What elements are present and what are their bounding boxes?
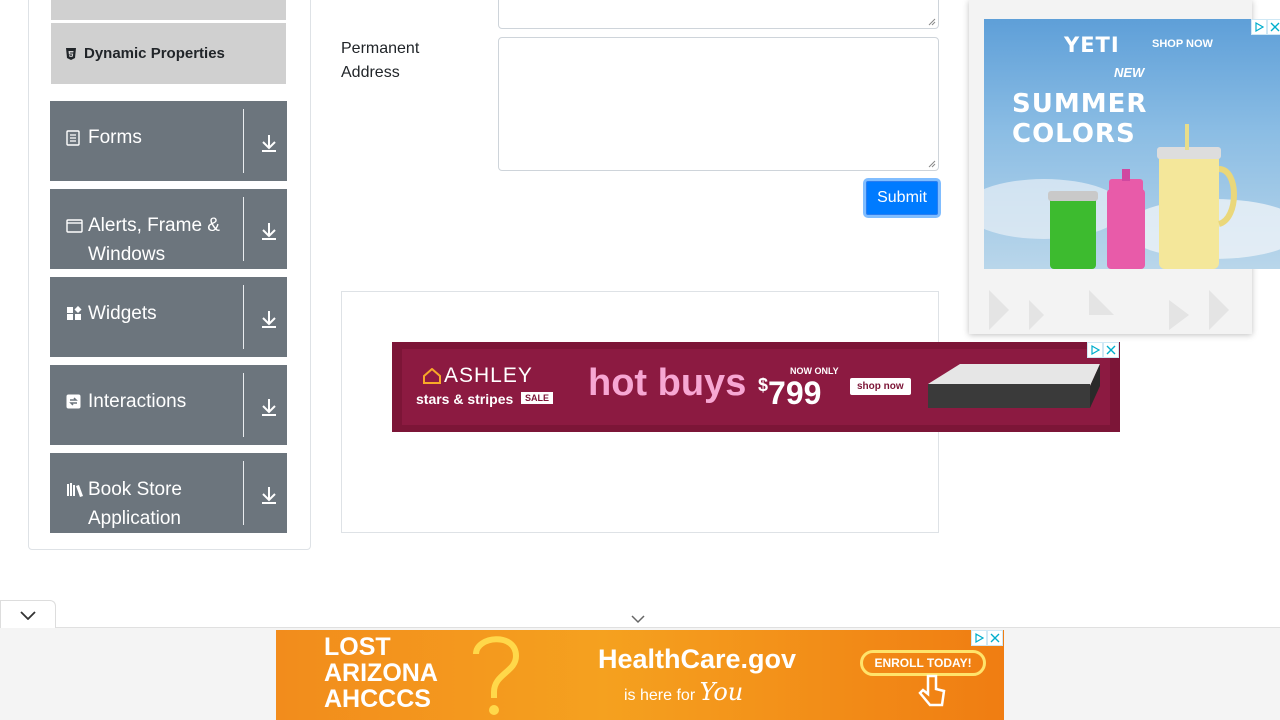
resize-handle-icon[interactable] [928,160,936,168]
ad-ashley-banner[interactable]: ASHLEY stars & stripes SALE hot buys NOW… [392,342,1120,432]
ad-yeti-brand: YETI [1064,33,1120,57]
ad-choices-bottom[interactable] [971,630,1003,646]
book-icon [66,475,88,504]
html5-icon [65,47,77,60]
sidebar-group-interactions[interactable]: Interactions [50,365,287,445]
download-icon[interactable] [257,219,281,243]
close-icon[interactable] [1103,342,1119,358]
ad-ashley-badge: SALE [521,392,554,404]
ad-health-brand: HealthCare.gov [598,644,797,674]
sidebar-group-label: Interactions [88,391,187,412]
download-icon[interactable] [257,307,281,331]
form-icon [66,123,88,152]
sidebar-group-alerts-frame-windows[interactable]: Alerts, Frame & Windows [50,189,287,269]
ad-ashley-cta[interactable]: shop now [850,378,911,395]
ad-choices-ashley[interactable] [1087,342,1119,358]
divider [243,109,244,173]
ad-ashley-brand: ASHLEY [444,364,533,387]
ad-yeti-banner[interactable]: YETI SHOP NOW NEW SUMMER COLORS [984,19,1280,269]
submit-button[interactable]: Submit [863,178,941,218]
ad-yeti-cta: SHOP NOW [1152,38,1213,50]
sidebar-group-book-store[interactable]: Book Store Application [50,453,287,533]
sidebar-group-forms[interactable]: Forms [50,101,287,181]
permanent-address-textarea[interactable] [498,37,939,171]
download-icon[interactable] [257,131,281,155]
window-icon [66,211,88,240]
ad-healthcare-banner[interactable]: LOST ARIZONA AHCCCS HealthCare.gov is he… [276,630,1004,720]
adchoices-icon[interactable] [1251,19,1267,35]
ad-health-left-text: LOST ARIZONA AHCCCS [324,633,438,713]
interactions-icon [66,387,88,416]
divider [243,197,244,261]
ad-choices-right[interactable] [1251,19,1280,35]
sidebar-group-widgets[interactable]: Widgets [50,277,287,357]
widgets-icon [66,299,88,328]
sidebar-group-label: Alerts, Frame & Windows [88,215,220,265]
collapse-ad-button[interactable] [0,600,56,628]
divider [243,373,244,437]
ad-ashley-sub: stars & stripes [416,391,514,407]
sidebar-group-label: Book Store Application [88,479,182,529]
ad-ashley-headline: hot buys [588,362,747,404]
download-icon[interactable] [257,483,281,507]
ad-ashley-mattress [928,364,1100,408]
current-address-textarea[interactable] [498,0,939,29]
ad-yeti-tag: NEW [1114,65,1145,80]
adchoices-icon[interactable] [1087,342,1103,358]
divider [243,285,244,349]
adchoices-icon[interactable] [971,630,987,646]
sidebar-sub-item-previous[interactable] [51,0,286,20]
sidebar-group-label: Widgets [88,303,157,324]
house-icon [423,368,441,384]
sidebar-item-dynamic-properties[interactable]: Dynamic Properties [51,23,286,84]
permanent-address-label: Permanent Address [341,40,420,81]
divider [243,461,244,525]
sidebar-group-label: Forms [88,127,142,148]
chevron-down-icon[interactable] [631,614,645,624]
resize-handle-icon[interactable] [928,18,936,26]
ad-ashley-price: $799 [758,375,822,411]
close-icon[interactable] [1267,19,1280,35]
chevron-down-icon [20,610,36,620]
sidebar-item-label: Dynamic Properties [84,45,225,62]
close-icon[interactable] [987,630,1003,646]
ad-health-tagline: is here for You [624,678,744,706]
pointer-hand-icon [918,674,946,707]
download-icon[interactable] [257,395,281,419]
question-mark-icon [473,636,520,715]
ad-yeti-headline: SUMMER COLORS [1012,89,1148,149]
